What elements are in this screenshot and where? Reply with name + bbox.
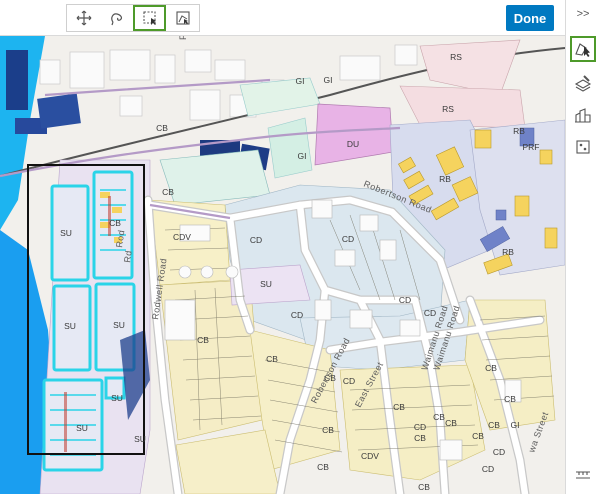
zone-label-cb: CB: [418, 482, 430, 492]
zone-label-prf: PRF: [523, 142, 540, 152]
zone-label-rb: RB: [513, 126, 525, 136]
selection-tool-group: [66, 4, 200, 32]
zone-label-cd: CD: [342, 234, 354, 244]
select-by-shape-icon: [175, 11, 190, 25]
zone-label-su: SU: [60, 228, 72, 238]
zone-label-gi: GI: [324, 75, 333, 85]
zone-label-su: SU: [64, 321, 76, 331]
zone-label-su: SU: [134, 434, 146, 444]
zone-label-cb: CB: [472, 431, 484, 441]
road-label: Rd: [122, 249, 134, 263]
zone-label-cb: CB: [414, 433, 426, 443]
zone-label-cb: CB: [266, 354, 278, 364]
zone-label-cdv: CDV: [361, 451, 379, 461]
zone-label-rs: RS: [450, 52, 462, 62]
rectangle-select-tool-button[interactable]: [133, 5, 166, 31]
zone-label-su: SU: [76, 423, 88, 433]
move-tool-button[interactable]: [67, 5, 100, 31]
edit-layers-button[interactable]: [570, 70, 596, 96]
rectangle-select-icon: [142, 11, 156, 25]
measure-collapse-icon: [576, 471, 590, 479]
road-label: F: [178, 36, 188, 40]
zone-label-cd: CD: [424, 308, 436, 318]
attributes-icon: [576, 140, 590, 154]
zone-label-cb: CB: [485, 363, 497, 373]
zone-label-cd: CD: [414, 422, 426, 432]
zone-label-cdv: CDV: [173, 232, 191, 242]
zone-label-cd: CD: [399, 295, 411, 305]
zone-label-cb: CB: [433, 412, 445, 422]
zone-label-cd: CD: [482, 464, 494, 474]
zone-label-cb: CB: [162, 187, 174, 197]
app-window: RS RS GI GI DU CB RB PRF RB RB CB CB SU CDV CD CD SU SU CD…: [0, 0, 599, 494]
zone-label-cb: CB: [393, 402, 405, 412]
right-tool-panel: >>: [565, 0, 599, 494]
select-by-shape-tool-button[interactable]: [166, 5, 199, 31]
move-arrows-icon: [76, 10, 91, 26]
zone-label-cd: CD: [291, 310, 303, 320]
zone-label-cd: CD: [250, 235, 262, 245]
zone-label-cd: CD: [343, 376, 355, 386]
zone-label-cb: CB: [317, 462, 329, 472]
map-canvas[interactable]: RSRSGIGIDUCB RBPRFRBRBCBCBSU CDV CD CDSUSUCD…: [0, 36, 565, 494]
zone-label-cb: CB: [109, 218, 121, 228]
zone-label-rb: RB: [502, 247, 514, 257]
done-button[interactable]: Done: [506, 5, 554, 31]
smart-feature-button[interactable]: [570, 102, 596, 128]
zone-label-cb: CB: [156, 123, 168, 133]
zone-label-gi: GI: [298, 151, 307, 161]
select-features-button[interactable]: [570, 36, 596, 62]
map-view[interactable]: RS RS GI GI DU CB RB PRF RB RB CB CB SU CDV CD CD SU SU CD…: [0, 36, 565, 494]
zone-label-su: SU: [260, 279, 272, 289]
expand-panel-button[interactable]: >>: [572, 4, 594, 24]
building-icon: [575, 108, 591, 123]
zone-label-cb: CB: [445, 418, 457, 428]
zone-label-su: SU: [113, 320, 125, 330]
zone-label-gi: GI: [296, 76, 305, 86]
zone-label-su: SU: [111, 393, 123, 403]
select-features-icon: [575, 43, 590, 57]
zone-label-cd: CD: [493, 447, 505, 457]
lasso-icon: [110, 13, 122, 26]
collapse-measure-button[interactable]: [570, 462, 596, 488]
zone-label-cb: CB: [504, 394, 516, 404]
attributes-button[interactable]: [570, 134, 596, 160]
zone-label-rb: RB: [439, 174, 451, 184]
zone-label-gi: GI: [511, 420, 520, 430]
zone-label-cb: CB: [322, 425, 334, 435]
zone-label-rs: RS: [442, 104, 454, 114]
zone-label-cb: CB: [488, 420, 500, 430]
editor-toolbar: Done: [0, 0, 565, 36]
zone-label-cb: CB: [197, 335, 209, 345]
layers-edit-icon: [574, 75, 592, 92]
lasso-select-tool-button[interactable]: [100, 5, 133, 31]
zone-label-du: DU: [347, 139, 359, 149]
